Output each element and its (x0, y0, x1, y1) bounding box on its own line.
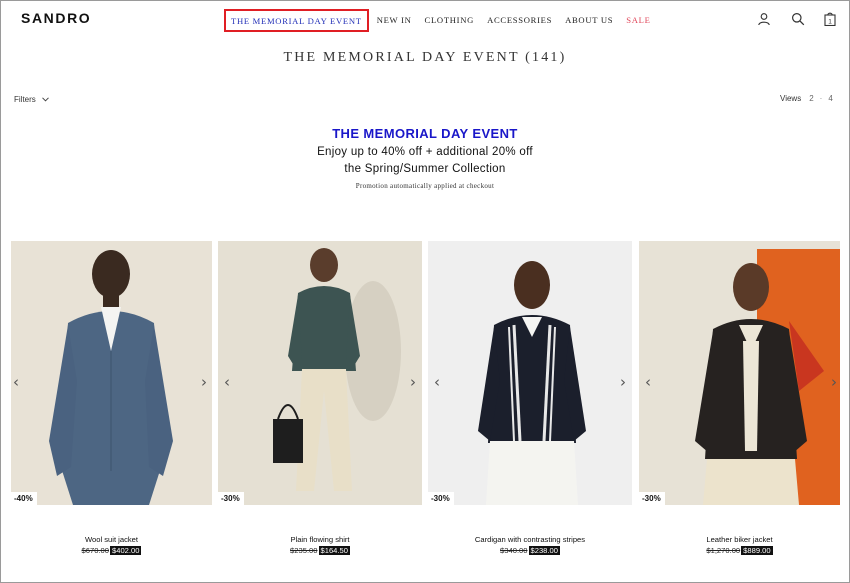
cart-count: 1 (828, 18, 832, 25)
product-image[interactable]: ‹ › -30% (218, 241, 422, 505)
brand-logo[interactable]: SANDRO (21, 10, 91, 26)
filters-label: Filters (14, 95, 36, 104)
view-option-4[interactable]: 4 (828, 94, 832, 103)
promo-banner: THE MEMORIAL DAY EVENT Enjoy up to 40% o… (0, 126, 850, 190)
product-image[interactable]: ‹ › -30% (639, 241, 840, 505)
next-image-icon[interactable]: › (201, 373, 207, 391)
next-image-icon[interactable]: › (831, 373, 837, 391)
promo-line-2: the Spring/Summer Collection (344, 163, 506, 175)
model-photo-cardigan (428, 241, 632, 505)
sale-price: $402.00 (110, 546, 142, 555)
promo-line-1: Enjoy up to 40% off + additional 20% off (317, 146, 533, 158)
prev-image-icon[interactable]: ‹ (13, 373, 19, 391)
views-label: Views (780, 94, 802, 103)
discount-badge: -40% (11, 492, 37, 505)
product-image[interactable]: ‹ › -40% (11, 241, 212, 505)
view-option-2[interactable]: 2 (809, 94, 813, 103)
bag-icon[interactable]: 1 (823, 12, 837, 26)
nav-item-new-in[interactable]: NEW IN (377, 15, 412, 25)
original-price: $670.00 (81, 546, 109, 555)
model-photo-shirt (218, 241, 422, 505)
sale-price: $238.00 (528, 546, 560, 555)
product-prices: $235.00 $164.50 (218, 546, 422, 555)
original-price: $340.00 (500, 546, 528, 555)
product-prices: $340.00 $238.00 (428, 546, 632, 555)
next-image-icon[interactable]: › (620, 373, 626, 391)
account-icon[interactable] (757, 12, 771, 26)
sale-price: $889.00 (741, 546, 773, 555)
discount-badge: -30% (218, 492, 244, 505)
prev-image-icon[interactable]: ‹ (434, 373, 440, 391)
product-name[interactable]: Plain flowing shirt (218, 535, 422, 544)
view-separator: · (819, 94, 823, 103)
product-name[interactable]: Wool suit jacket (11, 535, 212, 544)
product-image[interactable]: ‹ › -30% (428, 241, 632, 505)
next-image-icon[interactable]: › (410, 373, 416, 391)
prev-image-icon[interactable]: ‹ (645, 373, 651, 391)
sale-price: $164.50 (318, 546, 350, 555)
search-icon[interactable] (791, 12, 805, 26)
page-title: THE MEMORIAL DAY EVENT (141) (283, 50, 567, 65)
views-switcher: Views 2 · 4 (780, 94, 833, 103)
promo-title: THE MEMORIAL DAY EVENT (332, 126, 518, 141)
nav-item-memorial-day[interactable]: THE MEMORIAL DAY EVENT (224, 8, 369, 32)
filters-button[interactable]: Filters (14, 95, 49, 104)
prev-image-icon[interactable]: ‹ (224, 373, 230, 391)
product-name[interactable]: Cardigan with contrasting stripes (428, 535, 632, 544)
original-price: $235.00 (290, 546, 318, 555)
discount-badge: -30% (639, 492, 665, 505)
main-nav: THE MEMORIAL DAY EVENT NEW IN CLOTHING A… (224, 8, 664, 32)
header: SANDRO THE MEMORIAL DAY EVENT NEW IN CLO… (0, 0, 850, 38)
product-name[interactable]: Leather biker jacket (639, 535, 840, 544)
nav-item-clothing[interactable]: CLOTHING (425, 15, 475, 25)
promo-note: Promotion automatically applied at check… (355, 182, 495, 190)
product-prices: $670.00 $402.00 (11, 546, 212, 555)
nav-item-about-us[interactable]: ABOUT US (565, 15, 613, 25)
nav-item-accessories[interactable]: ACCESSORIES (487, 15, 552, 25)
discount-badge: -30% (428, 492, 454, 505)
model-photo-leather (639, 241, 840, 505)
model-photo-suit (11, 241, 212, 505)
chevron-down-icon (41, 97, 49, 102)
nav-item-sale[interactable]: SALE (626, 15, 650, 25)
product-prices: $1,270.00 $889.00 (639, 546, 840, 555)
original-price: $1,270.00 (706, 546, 741, 555)
